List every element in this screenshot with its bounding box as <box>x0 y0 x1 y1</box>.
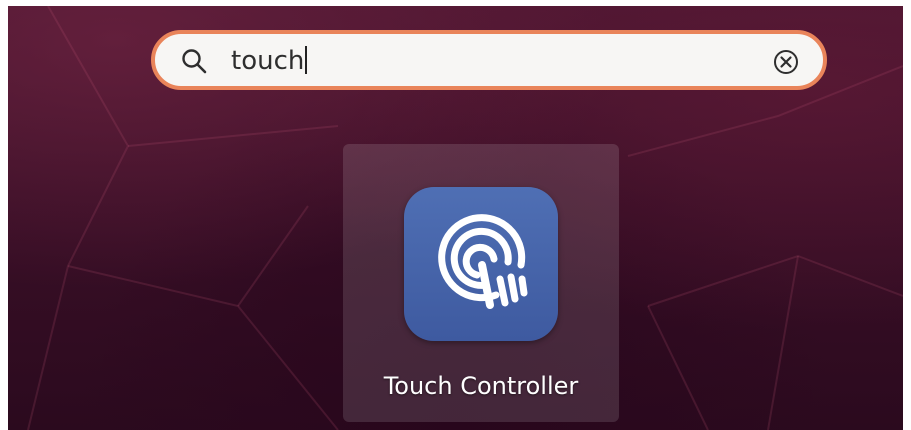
search-query-text: touch <box>231 46 305 76</box>
touch-controller-glyph <box>438 214 528 309</box>
desktop-background: touch Touch Controller <box>8 6 903 430</box>
search-icon <box>182 49 207 74</box>
text-caret <box>305 46 308 74</box>
search-input[interactable]: touch <box>231 45 308 77</box>
touch-controller-icon <box>404 187 558 341</box>
clear-search-icon[interactable] <box>772 48 800 76</box>
search-bar[interactable]: touch <box>151 30 827 90</box>
app-label: Touch Controller <box>383 372 579 400</box>
app-result-touch-controller[interactable]: Touch Controller <box>343 144 619 422</box>
